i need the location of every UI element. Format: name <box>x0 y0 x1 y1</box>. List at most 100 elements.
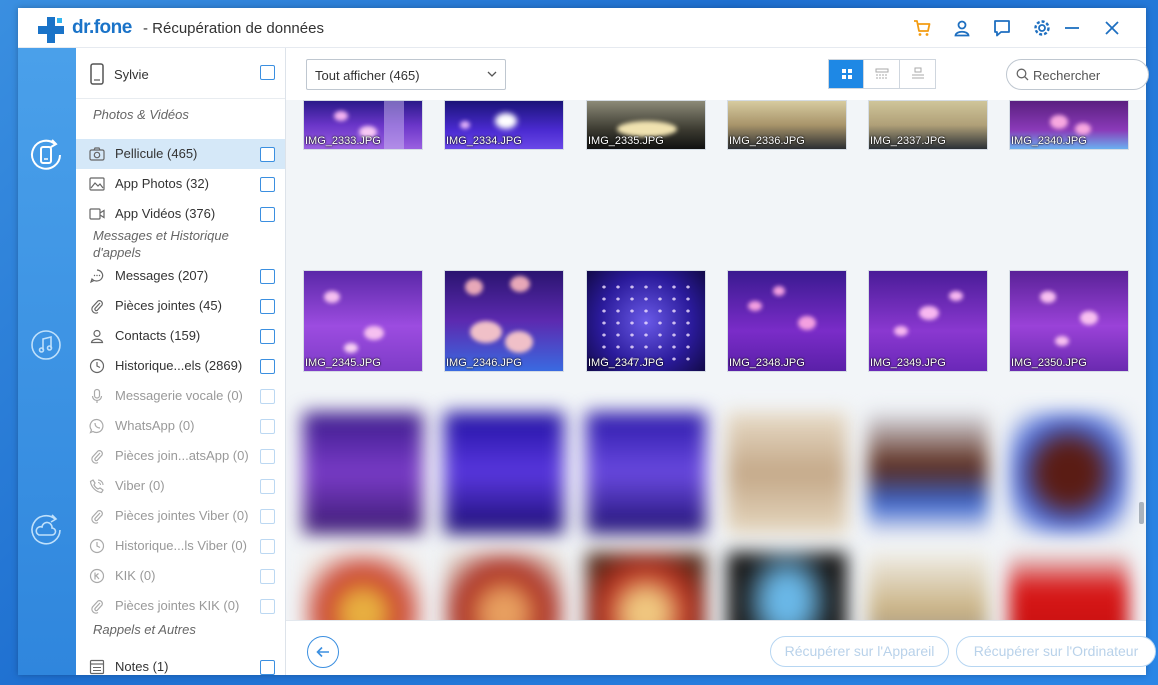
main-panel: Tout afficher (465) Rechercher IMG_2333.… <box>286 48 1156 675</box>
sidebar-item-label: Pellicule (465) <box>115 146 198 161</box>
device-name: Sylvie <box>114 67 149 82</box>
search-box <box>1006 59 1149 90</box>
photo-filename: IMG_2350.JPG <box>1011 357 1087 369</box>
scrollbar-thumb[interactable] <box>1139 502 1144 524</box>
clock-icon <box>89 538 105 554</box>
photo-thumbnail[interactable]: IMG_2346.JPG <box>444 270 564 372</box>
sidebar-item-viber[interactable]: Viber (0) <box>76 471 285 501</box>
photo-thumbnail[interactable] <box>1009 412 1129 534</box>
photo-filename: IMG_2336.JPG <box>729 135 805 147</box>
settings-icon[interactable] <box>1032 18 1052 38</box>
sidebar-item-camera-roll[interactable]: Pellicule (465) <box>76 139 285 169</box>
camera-icon <box>89 147 105 161</box>
photo-thumbnail[interactable] <box>303 412 423 534</box>
sidebar-item-label: App Photos (32) <box>115 176 209 191</box>
device-row[interactable]: Sylvie <box>76 48 285 99</box>
mode-nav <box>18 48 76 675</box>
item-checkbox[interactable] <box>260 569 275 584</box>
sidebar-item-voicemail[interactable]: Messagerie vocale (0) <box>76 381 285 411</box>
mic-icon <box>91 388 103 403</box>
photo-thumbnail[interactable]: IMG_2350.JPG <box>1009 270 1129 372</box>
item-checkbox[interactable] <box>260 539 275 554</box>
sidebar-item-whatsapp-attachments[interactable]: Pièces join...atsApp (0) <box>76 441 285 471</box>
photo-filename: IMG_2337.JPG <box>870 135 946 147</box>
phone-recovery-icon[interactable] <box>27 136 65 174</box>
app-window: dr.fone - Récupération de données Sylvie… <box>18 8 1156 675</box>
photo-grid: IMG_2333.JPG IMG_2334.JPG IMG_2335.JPG I… <box>286 100 1146 620</box>
paperclip-icon <box>91 450 103 464</box>
brand-name: dr.fone <box>72 17 132 38</box>
photo-thumbnail[interactable]: IMG_2348.JPG <box>727 270 847 372</box>
search-input[interactable] <box>1033 66 1133 84</box>
sidebar-item-contacts[interactable]: Contacts (159) <box>76 321 285 351</box>
close-icon[interactable] <box>1102 18 1122 38</box>
photo-thumbnail[interactable]: IMG_2340.JPG <box>1009 100 1129 150</box>
icloud-recovery-icon[interactable] <box>27 511 65 549</box>
chat-icon[interactable] <box>992 18 1012 38</box>
item-checkbox[interactable] <box>260 147 275 162</box>
phone-icon <box>90 63 104 85</box>
photo-thumbnail[interactable]: IMG_2345.JPG <box>303 270 423 372</box>
contact-icon <box>90 329 104 344</box>
itunes-recovery-icon[interactable] <box>27 326 65 364</box>
clock-icon <box>89 358 105 374</box>
sidebar-item-attachments[interactable]: Pièces jointes (45) <box>76 291 285 321</box>
photo-thumbnail[interactable] <box>586 412 706 534</box>
sidebar-item-viber-call-history[interactable]: Historique...ls Viber (0) <box>76 531 285 561</box>
detail-view-button[interactable] <box>900 60 935 88</box>
photo-thumbnail[interactable]: IMG_2337.JPG <box>868 100 988 150</box>
list-view-button[interactable] <box>864 60 900 88</box>
sidebar-item-app-videos[interactable]: App Vidéos (376) <box>76 199 285 229</box>
arrow-left-icon <box>316 646 329 658</box>
sidebar-item-kik-attachments[interactable]: Pièces jointes KIK (0) <box>76 591 285 621</box>
minimize-icon[interactable] <box>1062 18 1082 38</box>
photo-thumbnail[interactable] <box>444 412 564 534</box>
cart-icon[interactable] <box>912 18 932 38</box>
item-checkbox[interactable] <box>260 329 275 344</box>
item-checkbox[interactable] <box>260 177 275 192</box>
photo-thumbnail[interactable] <box>868 552 988 620</box>
photo-thumbnail[interactable] <box>1009 552 1129 620</box>
item-checkbox[interactable] <box>260 419 275 434</box>
item-checkbox[interactable] <box>260 207 275 222</box>
back-button[interactable] <box>307 636 339 668</box>
sidebar-item-label: Notes (1) <box>115 659 169 674</box>
photo-thumbnail[interactable] <box>727 552 847 620</box>
item-checkbox[interactable] <box>260 660 275 675</box>
photo-thumbnail[interactable] <box>586 552 706 620</box>
recover-to-computer-button[interactable]: Récupérer sur l'Ordinateur <box>956 636 1156 667</box>
sidebar-item-kik[interactable]: KIK (0) <box>76 561 285 591</box>
item-checkbox[interactable] <box>260 509 275 524</box>
item-checkbox[interactable] <box>260 389 275 404</box>
item-checkbox[interactable] <box>260 479 275 494</box>
photo-thumbnail[interactable]: IMG_2335.JPG <box>586 100 706 150</box>
item-checkbox[interactable] <box>260 269 275 284</box>
photo-thumbnail[interactable]: IMG_2334.JPG <box>444 100 564 150</box>
sidebar-item-notes[interactable]: Notes (1) <box>76 652 285 675</box>
photo-thumbnail[interactable]: IMG_2349.JPG <box>868 270 988 372</box>
item-checkbox[interactable] <box>260 359 275 374</box>
photo-thumbnail[interactable]: IMG_2347.JPG <box>586 270 706 372</box>
filter-dropdown[interactable]: Tout afficher (465) <box>306 59 506 90</box>
photo-thumbnail[interactable] <box>868 412 988 534</box>
photo-thumbnail[interactable] <box>444 552 564 620</box>
sidebar-item-viber-attachments[interactable]: Pièces jointes Viber (0) <box>76 501 285 531</box>
sidebar-item-call-history[interactable]: Historique...els (2869) <box>76 351 285 381</box>
grid-icon <box>842 69 852 79</box>
item-checkbox[interactable] <box>260 599 275 614</box>
photo-thumbnail[interactable] <box>727 412 847 534</box>
sidebar-item-label: Pièces join...atsApp (0) <box>115 448 249 463</box>
item-checkbox[interactable] <box>260 299 275 314</box>
photo-thumbnail[interactable]: IMG_2333.JPG <box>303 100 423 150</box>
device-checkbox[interactable] <box>260 65 275 80</box>
photo-thumbnail[interactable]: IMG_2336.JPG <box>727 100 847 150</box>
sidebar-item-app-photos[interactable]: App Photos (32) <box>76 169 285 199</box>
user-icon[interactable] <box>952 18 972 38</box>
item-checkbox[interactable] <box>260 449 275 464</box>
photo-thumbnail[interactable] <box>303 552 423 620</box>
sidebar-item-whatsapp[interactable]: WhatsApp (0) <box>76 411 285 441</box>
window-title: - Récupération de données <box>143 20 324 37</box>
sidebar-item-messages[interactable]: Messages (207) <box>76 261 285 291</box>
recover-to-device-button[interactable]: Récupérer sur l'Appareil <box>770 636 949 667</box>
grid-view-button[interactable] <box>829 60 865 88</box>
